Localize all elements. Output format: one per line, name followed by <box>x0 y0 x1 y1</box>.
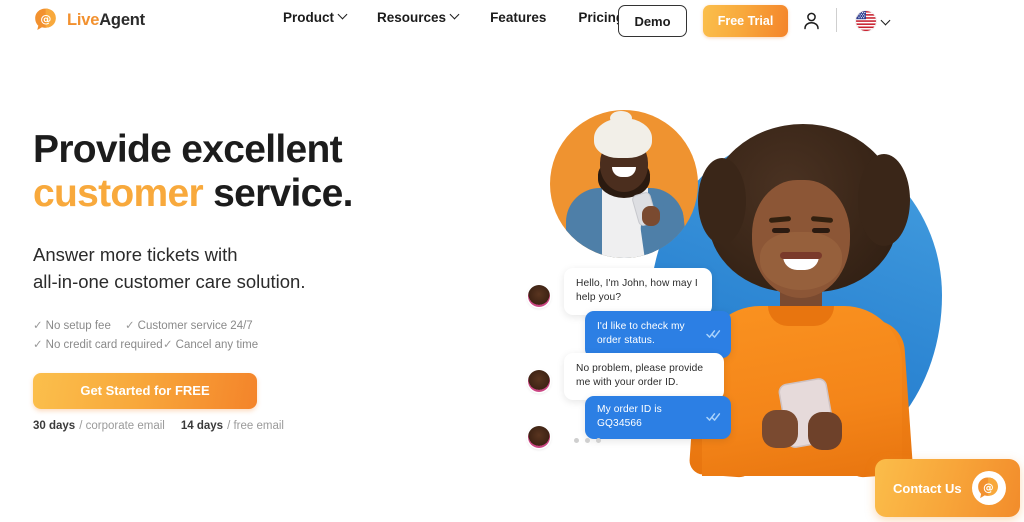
feature-label: Cancel any time <box>175 338 259 351</box>
fineprint-days-corporate: 30 days <box>33 419 76 432</box>
headline-line-1: Provide excellent <box>33 128 343 171</box>
feature-item-customer-service: ✓ Customer service 24/7 <box>125 317 253 336</box>
main-navigation: Product Resources Features Pricing <box>283 10 624 25</box>
check-icon: ✓ <box>33 338 43 351</box>
chat-conversation: Hello, I'm John, how may I help you? I'd… <box>520 100 950 492</box>
site-header: @ LiveAgent Product Resources Features P… <box>0 0 1024 42</box>
chat-message-text: My order ID is GQ34566 <box>597 404 662 430</box>
check-icon: ✓ <box>33 320 43 333</box>
chat-message-customer-order-status: I'd like to check my order status. <box>585 311 731 358</box>
feature-checklist: ✓ No setup fee ✓ Customer service 24/7 ✓ No… <box>33 317 493 354</box>
typing-indicator <box>564 431 611 450</box>
header-divider <box>836 8 837 32</box>
feature-row: ✓ No credit card required ✓ Cancel any tim… <box>33 336 493 355</box>
check-icon: ✓ <box>163 338 173 351</box>
landing-page: @ LiveAgent Product Resources Features P… <box>0 0 1024 522</box>
contact-us-widget[interactable]: Contact Us @ <box>875 459 1020 517</box>
chat-message-text: I'd like to check my order status. <box>597 321 685 347</box>
feature-item-no-credit-card: ✓ No credit card required <box>33 336 163 355</box>
agent-avatar <box>528 285 550 307</box>
feature-item-cancel-any-time: ✓ Cancel any time <box>163 336 258 355</box>
liveagent-speech-bubble-icon: @ <box>972 471 1006 505</box>
check-icon: ✓ <box>125 320 135 333</box>
subhead-line-1: Answer more tickets with <box>33 243 238 265</box>
headline-line-2-rest: service. <box>202 172 353 216</box>
feature-item-no-setup-fee: ✓ No setup fee <box>33 317 125 336</box>
user-account-icon[interactable] <box>802 11 821 30</box>
svg-text:@: @ <box>40 13 51 26</box>
page-title: Provide excellent customer service. <box>33 128 493 217</box>
contact-us-label: Contact Us <box>893 480 962 496</box>
nav-label-features: Features <box>490 10 547 25</box>
logo-wordmark: LiveAgent <box>67 12 145 29</box>
hero-illustration: Hello, I'm John, how may I help you? I'd… <box>520 100 950 492</box>
agent-avatar <box>528 370 550 392</box>
hero-subheading: Answer more tickets with all-in-one cust… <box>33 241 493 295</box>
subhead-line-2: all-in-one customer care solution. <box>33 271 306 293</box>
fineprint-text-corporate: / corporate email <box>79 419 165 432</box>
chat-message-agent-greeting: Hello, I'm John, how may I help you? <box>564 268 712 315</box>
typing-dot <box>574 438 579 443</box>
fineprint-days-free: 14 days <box>180 419 224 432</box>
feature-label: No setup fee <box>45 320 111 333</box>
headline-accent-word: customer <box>33 172 204 216</box>
feature-label: No credit card required <box>45 338 163 351</box>
feature-row: ✓ No setup fee ✓ Customer service 24/7 <box>33 317 493 336</box>
nav-label-product: Product <box>283 10 335 25</box>
trial-fineprint: 30 days / corporate email 14 days / free… <box>33 420 493 432</box>
typing-dot <box>585 438 590 443</box>
liveagent-logo[interactable]: @ LiveAgent <box>33 7 145 33</box>
chat-message-agent-order-id-request: No problem, please provide me with your … <box>564 353 724 400</box>
language-chevron-down-icon[interactable] <box>882 17 891 26</box>
nav-label-resources: Resources <box>377 10 447 25</box>
hero-copy: Provide excellent customer service. Answ… <box>33 128 493 432</box>
chevron-down-icon <box>451 11 460 20</box>
typing-dot <box>596 438 601 443</box>
get-started-button[interactable]: Get Started for FREE <box>33 372 257 409</box>
logo-word-live: Live <box>67 10 100 29</box>
chevron-down-icon <box>339 11 348 20</box>
free-trial-button[interactable]: Free Trial <box>703 5 788 37</box>
agent-avatar <box>528 426 550 448</box>
double-check-icon <box>706 330 721 339</box>
speech-bubble-at-icon: @ <box>33 7 60 33</box>
nav-item-product[interactable]: Product <box>283 10 348 25</box>
nav-item-resources[interactable]: Resources <box>377 10 460 25</box>
nav-item-features[interactable]: Features <box>490 10 546 25</box>
double-check-icon <box>706 413 721 422</box>
us-flag-icon[interactable] <box>856 11 876 31</box>
demo-button[interactable]: Demo <box>618 5 687 37</box>
feature-label: Customer service 24/7 <box>137 320 253 333</box>
fineprint-text-free: / free email <box>227 419 284 432</box>
logo-word-agent: Agent <box>99 10 145 29</box>
svg-text:@: @ <box>983 482 994 494</box>
